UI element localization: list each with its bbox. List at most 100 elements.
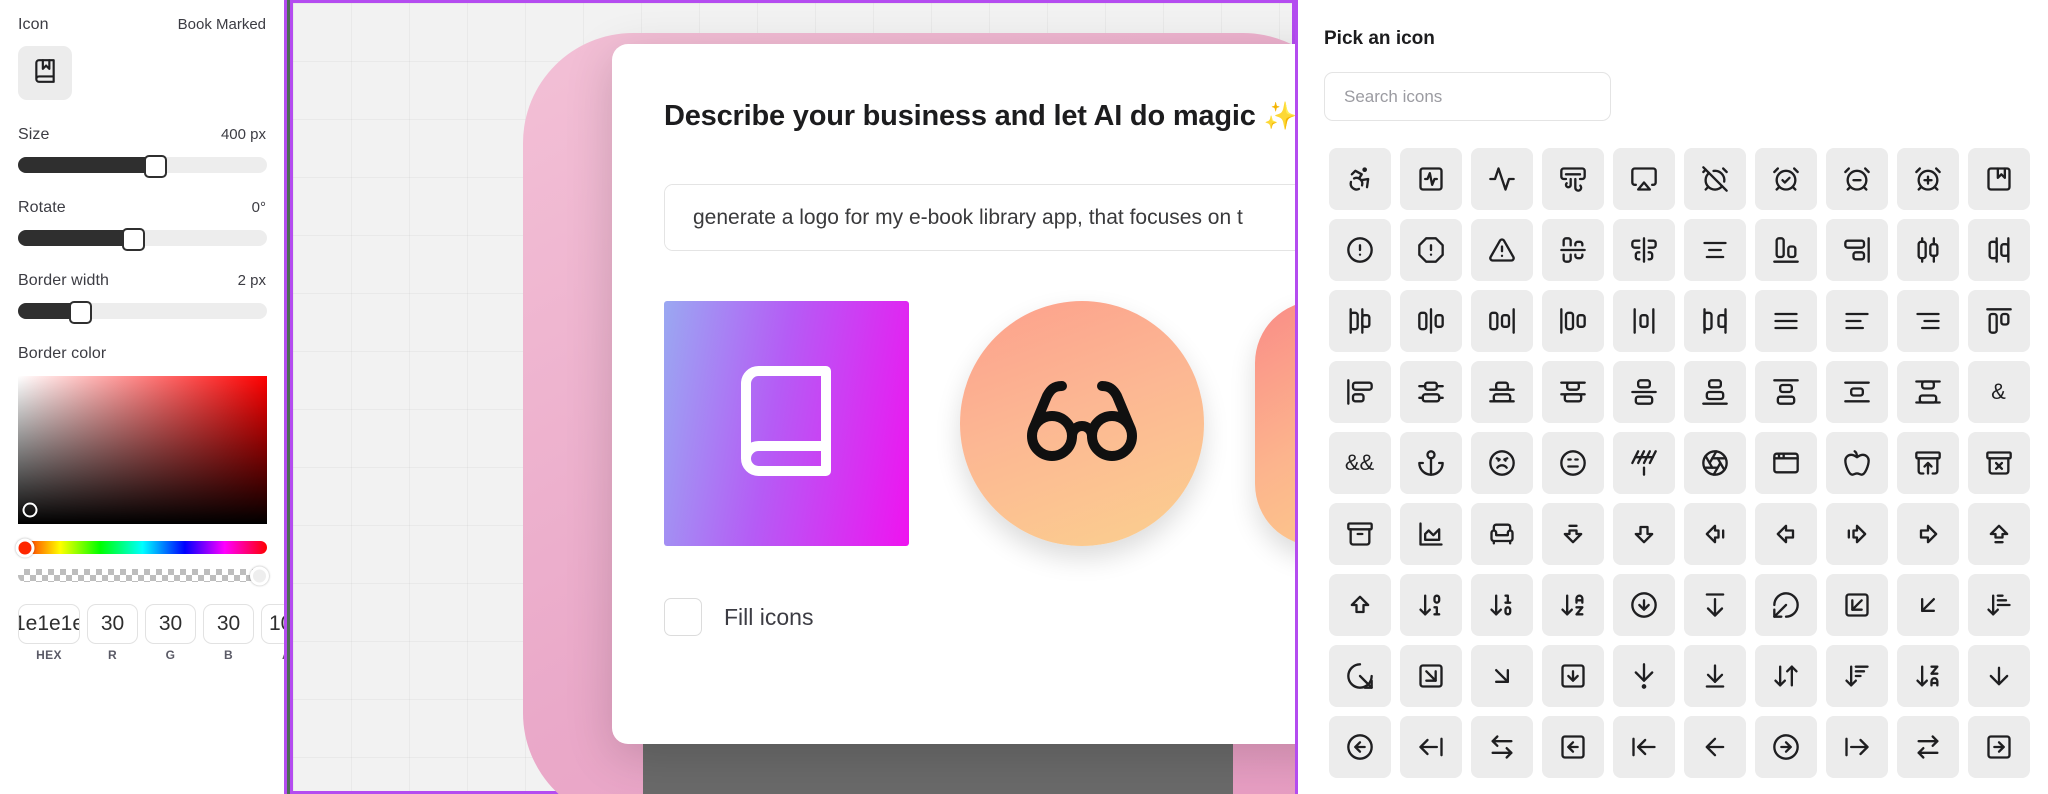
icon-cell-arrow-down-square[interactable]	[1537, 640, 1608, 711]
icon-cell-airplay[interactable]	[1608, 143, 1679, 214]
icon-cell-activity[interactable]	[1466, 143, 1537, 214]
rotate-slider[interactable]	[18, 228, 267, 251]
icon-cell-armchair[interactable]	[1466, 498, 1537, 569]
icon-cell-album[interactable]	[1963, 143, 2034, 214]
icon-cell-alert-circle[interactable]	[1324, 214, 1395, 285]
r-input[interactable]: 30	[87, 604, 138, 644]
icon-cell-app-window[interactable]	[1750, 427, 1821, 498]
border-width-slider-knob[interactable]	[69, 301, 93, 324]
border-width-slider[interactable]	[18, 301, 267, 324]
icon-cell-align-start-vertical[interactable]	[1324, 356, 1395, 427]
icon-cell-arrow-down-right-square[interactable]	[1395, 640, 1466, 711]
icon-cell-align-horizontal-justify-center[interactable]	[1395, 285, 1466, 356]
icon-cell-arrow-down-z-a[interactable]	[1892, 640, 1963, 711]
icon-cell-arrow-down-0-1[interactable]	[1395, 569, 1466, 640]
icon-cell-arrow-big-left[interactable]	[1750, 498, 1821, 569]
icon-cell-alert-triangle[interactable]	[1466, 214, 1537, 285]
icon-cell-arrow-down-right-from-circle[interactable]	[1324, 640, 1395, 711]
icon-cell-arrow-down[interactable]	[1963, 640, 2034, 711]
icon-cell-archive-x[interactable]	[1963, 427, 2034, 498]
icon-cell-align-center[interactable]	[1679, 214, 1750, 285]
icon-cell-arrow-down-left[interactable]	[1892, 569, 1963, 640]
icon-cell-align-horizontal-distribute-end[interactable]	[1963, 214, 2034, 285]
logo-result-glasses-circle[interactable]	[959, 301, 1205, 546]
icon-cell-align-horizontal-justify-end[interactable]	[1466, 285, 1537, 356]
icon-cell-align-start-horizontal[interactable]	[1963, 285, 2034, 356]
icon-cell-arrow-left-circle[interactable]	[1324, 711, 1395, 782]
icon-cell-alarm-clock-plus[interactable]	[1892, 143, 1963, 214]
selected-icon-button[interactable]	[18, 46, 72, 100]
icon-cell-anchor[interactable]	[1395, 427, 1466, 498]
icon-cell-arrow-down-up[interactable]	[1750, 640, 1821, 711]
icon-cell-alarm-clock-check[interactable]	[1750, 143, 1821, 214]
icon-search-input[interactable]	[1344, 86, 1591, 107]
icon-cell-align-horizontal-distribute-center[interactable]	[1892, 214, 1963, 285]
icon-cell-align-end-horizontal[interactable]	[1750, 214, 1821, 285]
icon-cell-align-left[interactable]	[1821, 285, 1892, 356]
hue-slider-knob[interactable]	[15, 538, 35, 557]
icon-cell-arrow-down-narrow-wide[interactable]	[1963, 569, 2034, 640]
icon-cell-arrow-right-left[interactable]	[1892, 711, 1963, 782]
icon-cell-align-vertical-justify-center[interactable]	[1608, 356, 1679, 427]
icon-cell-arrow-big-up[interactable]	[1324, 569, 1395, 640]
icon-cell-align-vertical-justify-start[interactable]	[1750, 356, 1821, 427]
icon-cell-arrow-down-wide-narrow[interactable]	[1821, 640, 1892, 711]
icon-cell-arrow-left-right[interactable]	[1466, 711, 1537, 782]
icon-cell-archive-restore[interactable]	[1892, 427, 1963, 498]
icon-cell-arrow-right-from-line[interactable]	[1821, 711, 1892, 782]
rotate-slider-knob[interactable]	[121, 228, 145, 251]
icon-cell-antenna[interactable]	[1608, 427, 1679, 498]
ai-prompt-input[interactable]	[665, 185, 1295, 250]
icon-cell-apple[interactable]	[1821, 427, 1892, 498]
icon-cell-align-horizontal-space-between[interactable]	[1679, 285, 1750, 356]
icon-cell-arrow-down-left-square[interactable]	[1821, 569, 1892, 640]
icon-cell-activity-square[interactable]	[1395, 143, 1466, 214]
icon-cell-align-vertical-space-around[interactable]	[1821, 356, 1892, 427]
hex-input[interactable]: 1e1e1e	[18, 604, 80, 644]
icon-cell-arrow-down-left-from-circle[interactable]	[1750, 569, 1821, 640]
icon-cell-accessibility[interactable]	[1324, 143, 1395, 214]
icon-cell-align-justify[interactable]	[1750, 285, 1821, 356]
icon-cell-align-vertical-justify-end[interactable]	[1679, 356, 1750, 427]
icon-cell-alert-octagon[interactable]	[1395, 214, 1466, 285]
icon-cell-arrow-big-down-dash[interactable]	[1537, 498, 1608, 569]
icon-cell-area-chart[interactable]	[1395, 498, 1466, 569]
a-input[interactable]: 100	[261, 604, 284, 644]
icon-cell-align-center-horizontal[interactable]	[1537, 214, 1608, 285]
icon-cell-alarm-clock-minus[interactable]	[1821, 143, 1892, 214]
icon-cell-align-right[interactable]	[1892, 285, 1963, 356]
icon-cell-arrow-big-down[interactable]	[1608, 498, 1679, 569]
icon-cell-arrow-left-from-line[interactable]	[1395, 711, 1466, 782]
icon-cell-arrow-right-square[interactable]	[1963, 711, 2034, 782]
icon-cell-align-horizontal-distribute-start[interactable]	[1324, 285, 1395, 356]
icon-cell-ampersand[interactable]: &	[1963, 356, 2034, 427]
saturation-value-picker[interactable]	[18, 376, 267, 524]
logo-result-book-square[interactable]	[664, 301, 909, 546]
icon-cell-align-end-vertical[interactable]	[1821, 214, 1892, 285]
icon-cell-arrow-down-to-dot[interactable]	[1608, 640, 1679, 711]
icon-cell-arrow-big-right[interactable]	[1892, 498, 1963, 569]
icon-cell-arrow-right-circle[interactable]	[1750, 711, 1821, 782]
icon-cell-align-vertical-distribute-start[interactable]	[1537, 356, 1608, 427]
hue-slider[interactable]	[15, 538, 267, 557]
icon-cell-arrow-down-circle[interactable]	[1608, 569, 1679, 640]
alpha-slider[interactable]	[18, 566, 269, 585]
logo-result-books-rounded[interactable]	[1255, 301, 1295, 546]
icon-cell-annoyed[interactable]	[1537, 427, 1608, 498]
icon-cell-align-vertical-space-between[interactable]	[1892, 356, 1963, 427]
b-input[interactable]: 30	[203, 604, 254, 644]
icon-cell-align-center-vertical[interactable]	[1608, 214, 1679, 285]
alpha-slider-knob[interactable]	[250, 566, 269, 585]
icon-cell-alarm-clock-off[interactable]	[1679, 143, 1750, 214]
icon-cell-arrow-big-left-dash[interactable]	[1679, 498, 1750, 569]
icon-cell-align-horizontal-space-around[interactable]	[1608, 285, 1679, 356]
icon-cell-angry[interactable]	[1466, 427, 1537, 498]
icon-cell-air-vent[interactable]	[1537, 143, 1608, 214]
icon-cell-arrow-down-from-line[interactable]	[1679, 569, 1750, 640]
icon-cell-arrow-big-right-dash[interactable]	[1821, 498, 1892, 569]
size-slider[interactable]	[18, 155, 267, 178]
icon-cell-arrow-left-to-line[interactable]	[1608, 711, 1679, 782]
icon-cell-align-horizontal-justify-start[interactable]	[1537, 285, 1608, 356]
icon-cell-archive[interactable]	[1324, 498, 1395, 569]
icon-cell-arrow-down-right[interactable]	[1466, 640, 1537, 711]
